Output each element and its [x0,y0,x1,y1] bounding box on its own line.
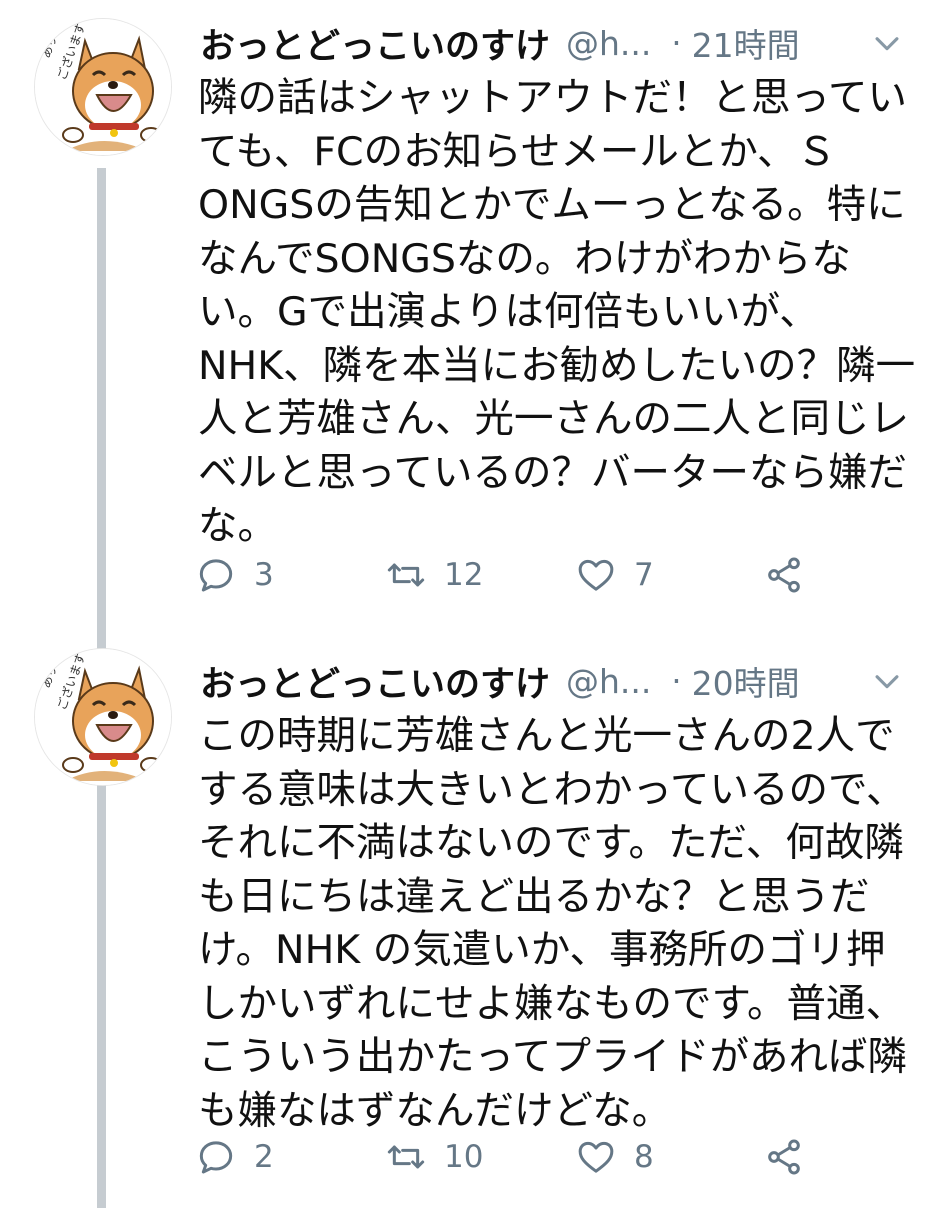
timestamp[interactable]: 21時間 [692,19,800,67]
tweet-text-line: それに不満はないのです。ただ、何故隣 [198,820,904,866]
tweet-text: 隣の話はシャットアウトだ！と思ってい ても、FCのお知らせメールとか、Ｓ ONG… [198,72,916,554]
share-button[interactable] [764,1130,804,1184]
retweet-count: 10 [444,1139,484,1175]
tweet-text-line: け。NHK の気遣いか、事務所のゴリ押 [198,927,886,973]
tweet-text-line: な。 [198,503,277,549]
tweet-text-line: こういう出かたってプライドがあれば隣 [198,1034,908,1080]
like-icon [578,559,614,591]
reply-count: 2 [254,1139,274,1175]
tweet-text-line: しかいずれにせよ嫌なものです。普通、 [198,980,906,1027]
shiba-dog-avatar-icon: ありがとう ございます [35,19,171,155]
tweet-text-line: NHK、隣を本当にお勧めしたいの？隣一 [198,342,916,389]
like-count: 8 [634,1139,654,1175]
separator-dot: · [671,24,682,62]
tweet-text-line: い。Gで出演よりは何倍もいいが、 [198,289,819,335]
display-name[interactable]: おっとどっこいのすけ [200,656,550,707]
reply-icon [199,559,233,592]
tweet-header: おっとどっこいのすけ @h... · 21時間 [200,18,916,68]
chevron-down-icon[interactable] [870,26,904,60]
retweet-icon [387,563,425,587]
reply-button[interactable]: 2 [196,1130,274,1184]
timestamp[interactable]: 20時間 [692,657,800,705]
tweet-text-line: ベルと思っているの？バーターなら嫌だ [198,449,908,496]
display-name[interactable]: おっとどっこいのすけ [200,18,550,69]
reply-icon [199,1141,233,1174]
tweet[interactable]: ありがとう ございます おっとどっこいのすけ @h... · 20時間 この時期… [0,640,930,1200]
tweet-text-line: ても、FCのお知らせメールとか、Ｓ [198,128,837,175]
share-button[interactable] [764,548,804,602]
tweet-text-line: ONGSの告知とかでムーっとなる。特に [198,182,906,228]
avatar[interactable]: ありがとう ございます [34,18,172,156]
tweet-text-line: も日にちは違えど出るかな？と思うだ [198,873,870,920]
like-button[interactable]: 7 [576,548,654,602]
tweet-header: おっとどっこいのすけ @h... · 20時間 [200,656,916,706]
tweet-text-line: 人と芳雄さん、光一さんの二人と同じレ [198,396,909,442]
tweet-text-line: この時期に芳雄さんと光一さんの2人で [198,713,895,759]
tweet-text-line: 隣の話はシャットアウトだ！と思ってい [198,75,908,121]
retweet-icon [387,1145,425,1169]
avatar[interactable]: ありがとう ございます [34,648,172,786]
shiba-dog-avatar-icon: ありがとう ございます [35,649,171,785]
like-icon [578,1141,614,1173]
tweet-text-line: なんでSONGSなの。わけがわからな [198,235,851,282]
retweet-button[interactable]: 12 [386,548,483,602]
retweet-button[interactable]: 10 [386,1130,483,1184]
share-icon [768,1139,800,1175]
tweet[interactable]: ありがとう ございます おっとどっこいのすけ @h... · 21時間 隣の話は… [0,0,930,640]
reply-button[interactable]: 3 [196,548,274,602]
like-count: 7 [634,557,654,593]
tweet-text-line: する意味は大きいとわかっているので、 [198,766,906,813]
reply-count: 3 [254,557,274,593]
separator-dot: · [671,662,682,700]
retweet-count: 12 [444,557,484,593]
tweet-actions: 2 10 8 [196,1130,836,1184]
chevron-down-icon[interactable] [870,664,904,698]
user-handle[interactable]: @h... [566,24,651,63]
tweet-text: この時期に芳雄さんと光一さんの2人で する意味は大きいとわかっているので、 それ… [198,710,908,1138]
like-button[interactable]: 8 [576,1130,654,1184]
tweet-actions: 3 12 7 [196,548,836,602]
user-handle[interactable]: @h... [566,662,651,701]
share-icon [768,557,800,593]
